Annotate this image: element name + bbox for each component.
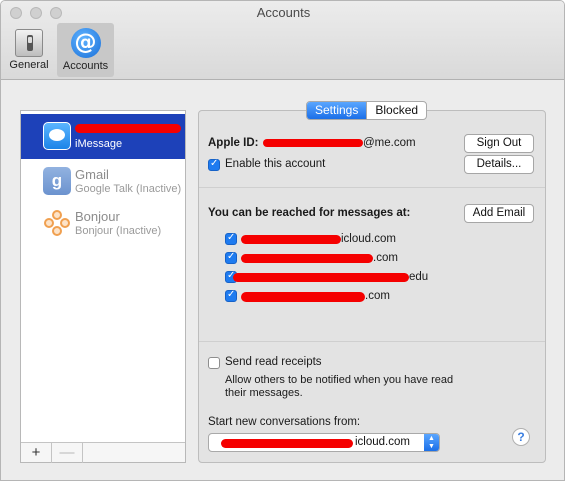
sign-out-button[interactable]: Sign Out bbox=[464, 134, 534, 153]
read-receipts-description: their messages. bbox=[225, 387, 303, 399]
selected-address: icloud.com bbox=[355, 436, 410, 448]
address-text: .com bbox=[365, 290, 390, 302]
account-item-imessage[interactable]: iMessage bbox=[21, 114, 185, 159]
title-bar: Accounts General @ Accounts bbox=[1, 1, 564, 80]
apple-id-value: @me.com bbox=[363, 137, 416, 149]
messages-icon bbox=[43, 122, 71, 150]
redaction-mark bbox=[75, 124, 181, 133]
switch-icon bbox=[15, 29, 43, 57]
address-checkbox[interactable] bbox=[225, 289, 237, 302]
tab-blocked[interactable]: Blocked bbox=[366, 102, 426, 119]
apple-id-label: Apple ID: bbox=[208, 137, 259, 149]
window-title: Accounts bbox=[256, 5, 311, 20]
account-type: Bonjour (Inactive) bbox=[75, 225, 162, 237]
details-button[interactable]: Details... bbox=[464, 155, 534, 174]
address-text: edu bbox=[409, 271, 429, 283]
account-type: Google Talk (Inactive) bbox=[75, 183, 182, 195]
redaction-mark bbox=[241, 235, 341, 244]
toolbar-general-button[interactable]: General bbox=[5, 23, 53, 77]
start-conversations-label: Start new conversations from: bbox=[208, 416, 361, 428]
reach-label: You can be reached for messages at: bbox=[208, 207, 411, 219]
address-checkbox[interactable] bbox=[225, 232, 237, 245]
read-receipts-label: Send read receipts bbox=[225, 356, 322, 368]
add-email-button[interactable]: Add Email bbox=[464, 204, 534, 223]
account-item-gmail[interactable]: g Gmail Google Talk (Inactive) bbox=[21, 159, 185, 204]
accounts-window: Accounts General @ Accounts iMessage g G… bbox=[0, 0, 565, 481]
account-list: iMessage g Gmail Google Talk (Inactive) … bbox=[20, 110, 186, 463]
remove-account-button[interactable]: — bbox=[52, 443, 83, 463]
redaction-mark bbox=[241, 292, 365, 302]
start-conversations-select[interactable]: icloud.com ▲ ▼ bbox=[208, 433, 440, 452]
help-button[interactable]: ? bbox=[512, 428, 530, 446]
toolbar-accounts-label: Accounts bbox=[62, 60, 109, 72]
enable-account-checkbox[interactable] bbox=[208, 158, 220, 171]
divider bbox=[199, 187, 545, 188]
account-type: iMessage bbox=[75, 138, 123, 150]
tab-control: Settings Blocked bbox=[306, 101, 428, 120]
address-checkbox[interactable] bbox=[225, 251, 237, 264]
account-name: Gmail bbox=[75, 167, 109, 182]
account-name: Bonjour bbox=[75, 209, 120, 224]
account-list-toolbar: + — bbox=[21, 442, 185, 463]
read-receipts-description: Allow others to be notified when you hav… bbox=[225, 374, 454, 386]
read-receipts-checkbox[interactable] bbox=[208, 357, 220, 369]
at-sign-icon: @ bbox=[70, 28, 101, 58]
redaction-mark bbox=[221, 439, 353, 448]
tab-settings[interactable]: Settings bbox=[307, 102, 367, 119]
enable-account-label: Enable this account bbox=[225, 158, 326, 170]
address-text: .com bbox=[373, 252, 398, 264]
account-item-bonjour[interactable]: Bonjour Bonjour (Inactive) bbox=[21, 201, 185, 246]
chevron-updown-icon: ▲ ▼ bbox=[424, 434, 439, 451]
gmail-icon: g bbox=[43, 167, 71, 195]
redaction-mark bbox=[233, 273, 409, 282]
divider bbox=[199, 341, 545, 342]
redaction-mark bbox=[241, 254, 373, 263]
redaction-mark bbox=[263, 139, 363, 147]
address-text: icloud.com bbox=[341, 233, 396, 245]
toolbar-accounts-button[interactable]: @ Accounts bbox=[57, 23, 114, 77]
bonjour-icon bbox=[43, 209, 71, 237]
add-account-button[interactable]: + bbox=[21, 443, 52, 463]
toolbar-general-label: General bbox=[9, 59, 49, 71]
